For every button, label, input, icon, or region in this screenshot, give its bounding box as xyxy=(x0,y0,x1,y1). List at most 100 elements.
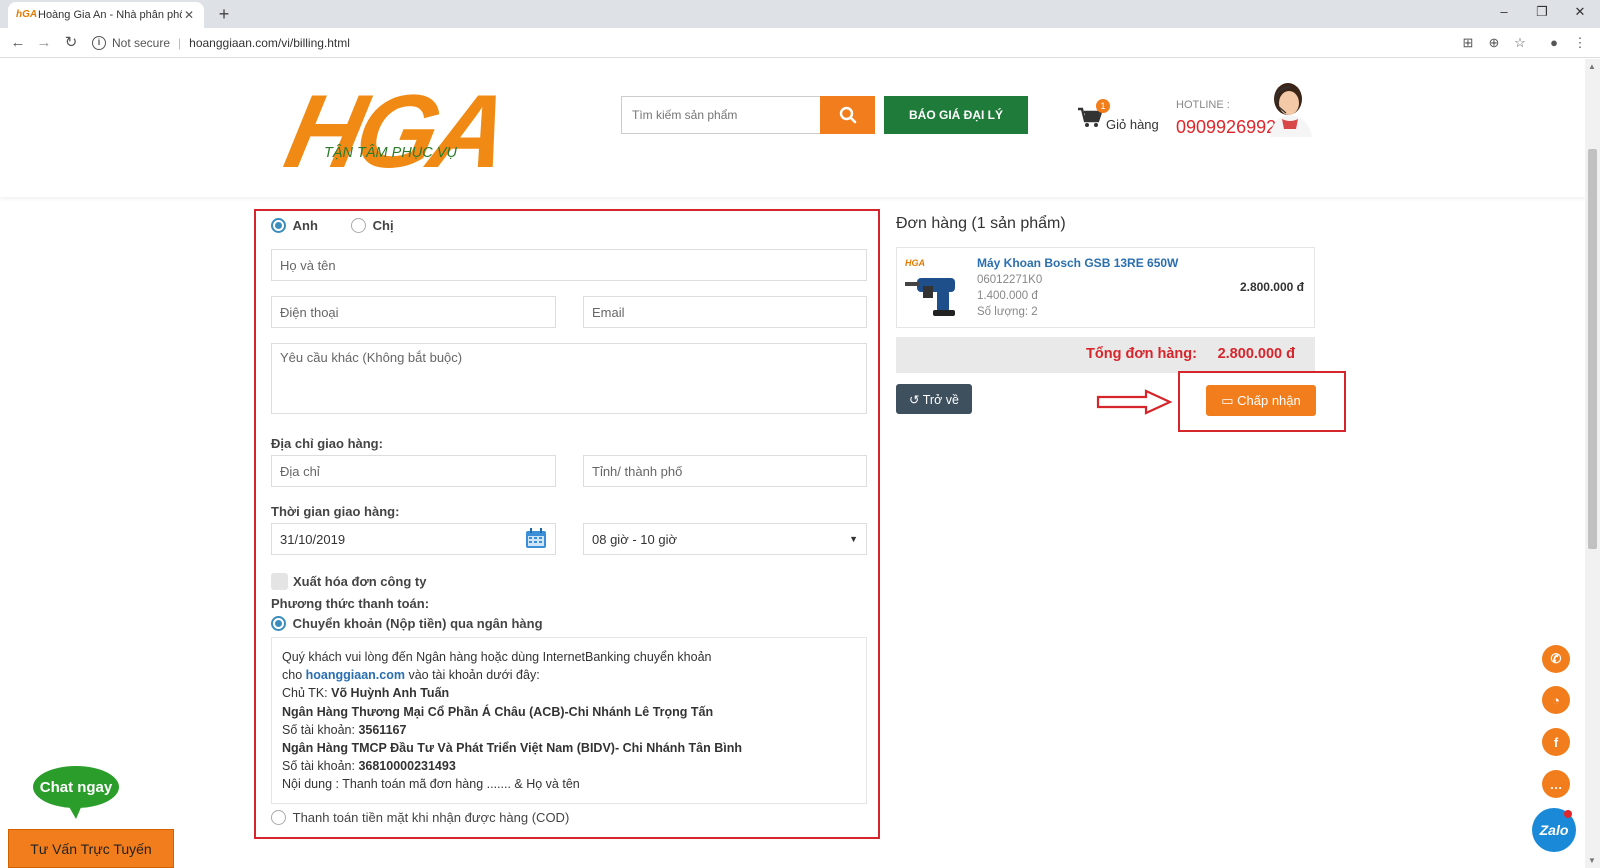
cart-link[interactable]: 1 Giỏ hàng xyxy=(1077,99,1162,135)
accept-button-label: Chấp nhận xyxy=(1237,392,1301,408)
undo-icon: ↺ xyxy=(909,392,920,407)
product-image[interactable]: HGA xyxy=(903,254,969,320)
billing-form: Anh Chị Họ và tên Điện thoại Email Yêu c… xyxy=(254,209,880,839)
window-close-icon[interactable]: ✕ xyxy=(1570,4,1590,20)
calendar-icon[interactable] xyxy=(525,528,547,549)
restore-icon[interactable]: ❐ xyxy=(1532,4,1552,20)
browser-tab[interactable]: hGA Hoàng Gia An - Nhà phân phối s ✕ xyxy=(8,2,204,28)
bank-transfer-info: Quý khách vui lòng đến Ngân hàng hoặc dù… xyxy=(271,637,867,804)
phone-field[interactable]: Điện thoại xyxy=(271,296,556,328)
chat-now-label: Chat ngay xyxy=(40,779,113,796)
new-tab-icon[interactable]: + xyxy=(214,4,234,25)
gender-male-label: Anh xyxy=(292,218,318,234)
site-logo[interactable]: HGA TẬN TÂM PHỤC VỤ xyxy=(272,69,517,181)
forward-icon[interactable]: → xyxy=(34,34,54,52)
site-header: HGA TẬN TÂM PHỤC VỤ BÁO GIÁ ĐẠI LÝ 1 Giỏ… xyxy=(0,59,1585,197)
delivery-date-value: 31/10/2019 xyxy=(280,531,346,547)
payment-cod-radio[interactable] xyxy=(271,810,286,826)
delivery-time-select[interactable]: 08 giờ - 10 giờ ▼ xyxy=(583,523,867,555)
delivery-time-value: 08 giờ - 10 giờ xyxy=(592,531,677,547)
cart-count-badge: 1 xyxy=(1096,99,1110,113)
bank1-name: Ngân Hàng Thương Mại Cổ Phần Á Châu (ACB… xyxy=(282,704,714,719)
scrollbar-thumb[interactable] xyxy=(1588,149,1597,549)
product-code: 06012271K0 xyxy=(977,274,1043,286)
payment-method-label: Phương thức thanh toán: xyxy=(271,596,430,611)
zalo-chat-button[interactable]: Zalo xyxy=(1532,808,1576,852)
scroll-down-icon[interactable]: ▼ xyxy=(1588,856,1596,865)
browser-tab-bar: hGA Hoàng Gia An - Nhà phân phối s ✕ + –… xyxy=(0,0,1600,28)
chat-icon[interactable]: … xyxy=(1542,770,1570,798)
invoice-checkbox[interactable] xyxy=(271,573,288,590)
svg-text:HGA: HGA xyxy=(905,258,925,268)
menu-icon[interactable]: ⋮ xyxy=(1571,35,1589,51)
facebook-icon[interactable]: f xyxy=(1542,728,1570,756)
product-quantity: Số lượng: 2 xyxy=(977,306,1038,318)
logo-tagline: TẬN TÂM PHỤC VỤ xyxy=(324,144,457,161)
tab-title: Hoàng Gia An - Nhà phân phối s xyxy=(38,9,182,21)
gender-male-radio[interactable] xyxy=(271,218,286,234)
transfer-content-note: Nội dung : Thanh toán mã đơn hàng ......… xyxy=(282,777,580,792)
site-link[interactable]: hoanggiaan.com xyxy=(306,668,405,682)
payment-transfer-label: Chuyển khoản (Nộp tiền) qua ngân hàng xyxy=(292,616,543,632)
site-favicon-icon: hGA xyxy=(16,9,38,20)
account-owner: Chủ TK: Võ Huỳnh Anh Tuấn xyxy=(282,686,450,701)
bank-intro-line: Quý khách vui lòng đến Ngân hàng hoặc dù… xyxy=(282,650,712,664)
hotline-label: HOTLINE : xyxy=(1176,99,1230,111)
bank2-account: Số tài khoản: 36810000231493 xyxy=(282,759,456,774)
invoice-label: Xuất hóa đơn công ty xyxy=(293,574,427,589)
gender-female-radio[interactable] xyxy=(351,218,366,234)
minimize-icon[interactable]: – xyxy=(1494,4,1514,19)
scroll-up-icon[interactable]: ▲ xyxy=(1588,62,1596,71)
gender-female-option[interactable]: Chị xyxy=(351,217,394,234)
dealer-quote-button[interactable]: BÁO GIÁ ĐẠI LÝ xyxy=(884,96,1028,134)
accept-button[interactable]: ▭ Chấp nhận xyxy=(1206,385,1316,416)
order-item: HGA Máy Khoan Bosch GSB 13RE 650W 060122… xyxy=(896,247,1315,328)
reload-icon[interactable]: ↻ xyxy=(61,34,81,52)
messenger-icon[interactable]: ◔ xyxy=(1542,686,1570,714)
back-button[interactable]: ↺ Trở về xyxy=(896,384,972,414)
url-field[interactable]: i Not secure | hoanggiaan.com/vi/billing… xyxy=(92,32,1442,54)
url-text: hoanggiaan.com/vi/billing.html xyxy=(189,36,350,50)
gender-male-option[interactable]: Anh xyxy=(271,217,318,234)
info-icon[interactable]: i xyxy=(92,36,106,50)
page-scrollbar[interactable]: ▲ ▼ xyxy=(1585,59,1600,868)
logo-letters: HGA xyxy=(276,74,514,181)
close-tab-icon[interactable]: ✕ xyxy=(182,8,196,22)
bank2-name: Ngân Hàng TMCP Đầu Tư Và Phát Triển Việt… xyxy=(282,741,743,756)
email-field[interactable]: Email xyxy=(583,296,867,328)
zalo-notification-dot xyxy=(1564,810,1572,818)
order-title: Đơn hàng (1 sản phẩm) xyxy=(896,215,1066,232)
note-textarea[interactable]: Yêu cầu khác (Không bắt buộc) xyxy=(271,343,867,414)
product-name[interactable]: Máy Khoan Bosch GSB 13RE 650W xyxy=(977,256,1178,270)
payment-transfer-option[interactable]: Chuyển khoản (Nộp tiền) qua ngân hàng xyxy=(271,615,543,632)
address-bar: ← → ↻ i Not secure | hoanggiaan.com/vi/b… xyxy=(0,28,1600,58)
bank-intro-line2: cho hoanggiaan.com vào tài khoản dưới đâ… xyxy=(282,668,540,683)
product-line-total: 2.800.000 đ xyxy=(1239,280,1304,294)
delivery-time-label: Thời gian giao hàng: xyxy=(271,504,400,519)
online-advice-button[interactable]: Tư Vấn Trực Tuyến xyxy=(8,829,174,868)
url-divider: | xyxy=(178,36,182,50)
cart-label: Giỏ hàng xyxy=(1106,117,1159,132)
profile-icon[interactable]: ● xyxy=(1545,35,1563,51)
back-button-label: Trở về xyxy=(922,392,959,407)
chat-now-bubble[interactable]: Chat ngay xyxy=(32,765,120,819)
bank1-account: Số tài khoản: 3561167 xyxy=(282,722,407,737)
search-button[interactable] xyxy=(820,96,875,134)
delivery-date-field[interactable]: 31/10/2019 xyxy=(271,523,556,555)
back-icon[interactable]: ← xyxy=(8,34,28,52)
support-agent-avatar xyxy=(1270,83,1312,137)
gender-female-label: Chị xyxy=(372,218,394,234)
zoom-icon[interactable]: ⊕ xyxy=(1485,35,1503,51)
payment-cod-option[interactable]: Thanh toán tiền mặt khi nhận được hàng (… xyxy=(271,809,569,826)
fullname-field[interactable]: Họ và tên xyxy=(271,249,867,281)
zalo-label: Zalo xyxy=(1539,822,1569,838)
order-total-bar: Tổng đơn hàng: 2.800.000 đ xyxy=(896,337,1315,373)
chevron-down-icon: ▼ xyxy=(849,534,858,544)
city-field[interactable]: Tỉnh/ thành phố xyxy=(583,455,867,487)
search-input[interactable] xyxy=(621,96,821,134)
address-field[interactable]: Địa chỉ xyxy=(271,455,556,487)
bookmark-star-icon[interactable]: ☆ xyxy=(1511,35,1529,51)
translate-icon[interactable]: ⊞ xyxy=(1459,35,1477,51)
phone-icon[interactable]: ✆ xyxy=(1542,645,1570,673)
payment-transfer-radio[interactable] xyxy=(271,616,286,632)
